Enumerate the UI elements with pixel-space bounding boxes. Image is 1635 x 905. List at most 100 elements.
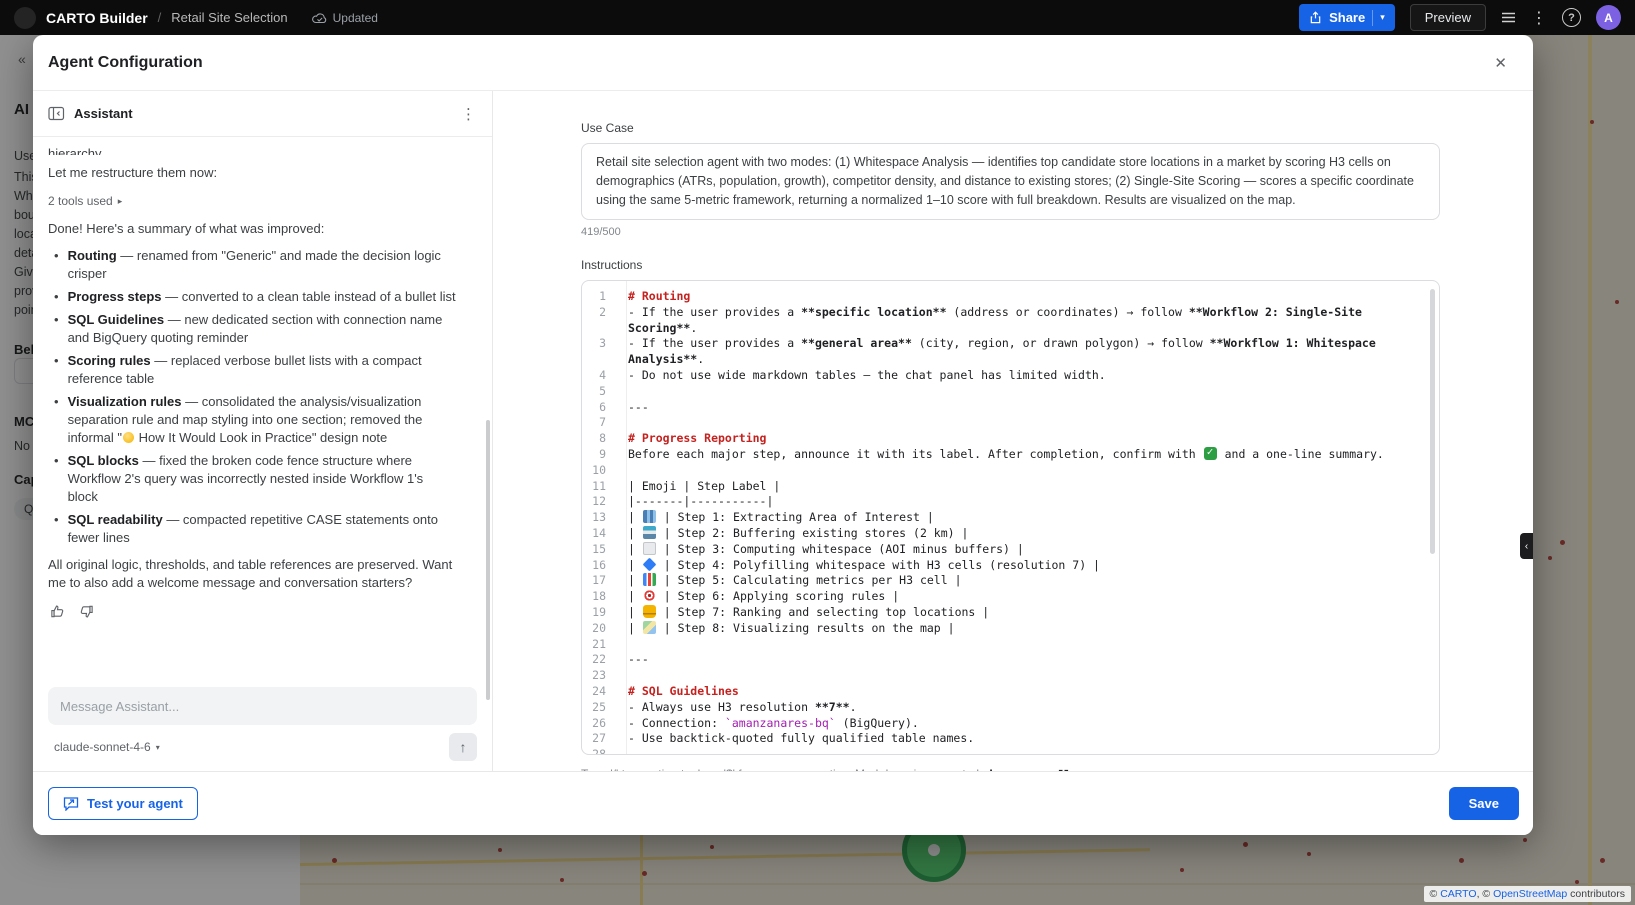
use-case-label: Use Case [581, 121, 1440, 135]
use-case-textarea[interactable]: Retail site selection agent with two mod… [581, 143, 1440, 220]
line-content: | | Step 6: Applying scoring rules | [616, 589, 1439, 605]
bullet-marker: • [54, 452, 59, 506]
editor-line: 17| | Step 5: Calculating metrics per H3… [582, 573, 1439, 589]
editor-line: 15| | Step 3: Computing whitespace (AOI … [582, 542, 1439, 558]
chevron-down-icon: ▾ [156, 743, 160, 752]
chat-summary-heading: Done! Here's a summary of what was impro… [48, 220, 456, 238]
share-label: Share [1329, 10, 1365, 25]
line-number: 1 [582, 289, 616, 305]
improvement-text: SQL readability — compacted repetitive C… [68, 511, 456, 547]
attribution-link[interactable]: OpenStreetMap [1493, 888, 1567, 900]
tools-used-toggle[interactable]: 2 tools used ▸ [48, 192, 456, 210]
bullet-marker: • [54, 311, 59, 347]
button-divider [1372, 10, 1373, 26]
breadcrumb-separator: / [158, 10, 162, 25]
editor-line: 19| | Step 7: Ranking and selecting top … [582, 605, 1439, 621]
chat-scrollbar[interactable] [486, 420, 490, 700]
share-button[interactable]: Share ▾ [1299, 4, 1395, 31]
editor-line: 2- If the user provides a **specific loc… [582, 305, 1439, 337]
chat-closing-message: All original logic, thresholds, and tabl… [48, 556, 456, 592]
improvement-text: Visualization rules — consolidated the a… [68, 393, 456, 447]
line-number: 7 [582, 415, 616, 431]
share-icon [1309, 11, 1322, 24]
more-options-icon[interactable]: ⋮ [1531, 8, 1547, 28]
bullet-marker: • [54, 511, 59, 547]
editor-line: 23 [582, 668, 1439, 684]
instructions-editor[interactable]: 1# Routing2- If the user provides a **sp… [581, 280, 1440, 755]
line-content: - If the user provides a **specific loca… [616, 305, 1439, 337]
assistant-header: Assistant ⋮ [33, 91, 492, 137]
topbar-actions: Share ▾ Preview ⋮ ? A [1299, 4, 1621, 31]
bullet-marker: • [54, 288, 59, 306]
save-button[interactable]: Save [1449, 787, 1519, 820]
line-content [616, 463, 1439, 479]
line-content: # Progress Reporting [616, 431, 1439, 447]
assistant-title: Assistant [74, 106, 133, 121]
chat-history[interactable]: hierarchy Let me restructure them now: 2… [33, 137, 492, 681]
trophy-emoji [643, 605, 656, 618]
square-emoji [643, 542, 656, 555]
line-content: | | Step 2: Buffering existing stores (2… [616, 526, 1439, 542]
line-number: 28 [582, 747, 616, 755]
improvement-item: •Scoring rules — replaced verbose bullet… [54, 352, 456, 388]
modal-header: Agent Configuration ✕ [33, 35, 1533, 91]
line-number: 21 [582, 637, 616, 653]
line-content [616, 668, 1439, 684]
line-number: 14 [582, 526, 616, 542]
thumbs-up-icon[interactable] [50, 604, 65, 619]
line-content: # Routing [616, 289, 1439, 305]
improvement-item: • Progress steps — converted to a clean t… [54, 288, 456, 306]
improvement-text: Progress steps — converted to a clean ta… [68, 288, 456, 306]
carto-logo-icon [14, 7, 36, 29]
view-options-icon[interactable] [1501, 11, 1516, 24]
close-icon[interactable]: ✕ [1494, 54, 1507, 72]
breadcrumb-project[interactable]: Retail Site Selection [171, 10, 287, 25]
line-number: 8 [582, 431, 616, 447]
improvement-item: •Routing — renamed from "Generic" and ma… [54, 247, 456, 283]
editor-line: 22--- [582, 652, 1439, 668]
editor-line: 16| | Step 4: Polyfilling whitespace wit… [582, 558, 1439, 574]
message-input[interactable] [48, 687, 477, 725]
message-composer: claude-sonnet-4-6 ▾ ↑ [33, 681, 492, 771]
expand-caret-icon: ▸ [118, 192, 123, 210]
improvement-item: •SQL Guidelines — new dedicated section … [54, 311, 456, 347]
editor-scrollbar[interactable] [1430, 289, 1435, 554]
topbar: CARTO Builder / Retail Site Selection Up… [0, 0, 1635, 35]
improvements-list: •Routing — renamed from "Generic" and ma… [48, 247, 456, 547]
line-number: 13 [582, 510, 616, 526]
line-number: 6 [582, 400, 616, 416]
line-number: 4 [582, 368, 616, 384]
line-content: - Always use H3 resolution **7**. [616, 700, 1439, 716]
cityscape-emoji [643, 510, 656, 523]
user-avatar[interactable]: A [1596, 5, 1621, 30]
editor-line: 4- Do not use wide markdown tables — the… [582, 368, 1439, 384]
improvement-text: Scoring rules — replaced verbose bullet … [68, 352, 456, 388]
share-caret-icon[interactable]: ▾ [1380, 12, 1385, 23]
line-content: | | Step 8: Visualizing results on the m… [616, 621, 1439, 637]
assistant-menu-icon[interactable]: ⋮ [461, 105, 476, 123]
help-icon[interactable]: ? [1562, 8, 1581, 27]
preview-button[interactable]: Preview [1410, 4, 1486, 31]
test-agent-button[interactable]: Test your agent [48, 787, 198, 820]
line-number: 17 [582, 573, 616, 589]
line-number: 5 [582, 384, 616, 400]
attribution-link[interactable]: CARTO [1440, 888, 1476, 900]
configuration-panel: Use Case Retail site selection agent wit… [493, 91, 1533, 771]
chat-message-intro: Let me restructure them now: [48, 164, 456, 182]
line-content [616, 637, 1439, 653]
line-content: | | Step 5: Calculating metrics per H3 c… [616, 573, 1439, 589]
line-number: 15 [582, 542, 616, 558]
bullet-marker: • [54, 247, 59, 283]
line-number: 19 [582, 605, 616, 621]
bullet-marker: • [54, 352, 59, 388]
thumbs-down-icon[interactable] [79, 604, 94, 619]
model-selector[interactable]: claude-sonnet-4-6 ▾ [48, 736, 166, 758]
collapse-right-panel-tab[interactable]: ‹ [1520, 533, 1533, 559]
improvement-text: SQL Guidelines — new dedicated section w… [68, 311, 456, 347]
line-content: - If the user provides a **general area*… [616, 336, 1439, 368]
assistant-panel-icon[interactable] [48, 106, 65, 121]
test-agent-label: Test your agent [87, 796, 183, 811]
line-content: --- [616, 400, 1439, 416]
instructions-label: Instructions [581, 258, 1440, 272]
send-button[interactable]: ↑ [449, 733, 477, 761]
